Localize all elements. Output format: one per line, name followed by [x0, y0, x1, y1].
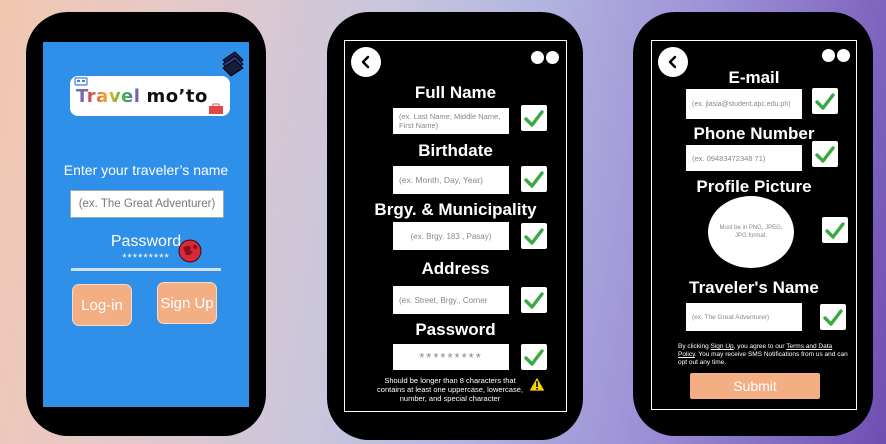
- profile-picture-upload[interactable]: Must be in PNG, JPEG, JPG format.: [708, 196, 794, 268]
- back-arrow-icon: [361, 55, 370, 69]
- logo-wordmark: Travel mo’to: [76, 86, 208, 107]
- password-requirements-hint: Should be longer than 8 characters that …: [377, 376, 523, 403]
- travelers-name-label: Traveler's Name: [689, 278, 819, 297]
- submit-button[interactable]: Submit: [690, 373, 820, 399]
- email-input[interactable]: (ex. jlasia@student.apc.edu.ph): [686, 89, 802, 119]
- birthdate-checkmark-icon: [521, 166, 547, 192]
- birthdate-input[interactable]: (ex. Month, Day, Year): [393, 166, 509, 194]
- signup-link[interactable]: Sign Up: [711, 343, 734, 350]
- birthdate-label: Birthdate: [418, 141, 493, 160]
- address-checkmark-icon: [521, 287, 547, 313]
- signup-step2-screen: E-mail (ex. jlasia@student.apc.edu.ph) P…: [651, 40, 857, 410]
- terms-text-2: , you agree to our: [733, 343, 787, 350]
- phone-login-screen: Travel mo’to Enter your traveler’s name (…: [26, 12, 266, 436]
- back-arrow-icon: [668, 55, 677, 69]
- back-button[interactable]: [351, 47, 381, 77]
- brgy-checkmark-icon: [521, 223, 547, 249]
- logo-word-travel: Travel: [76, 86, 141, 107]
- app-logo: Travel mo’to: [70, 76, 230, 116]
- password-checkmark-icon: [521, 344, 547, 370]
- email-label: E-mail: [728, 68, 780, 87]
- profile-picture-label: Profile Picture: [696, 177, 812, 196]
- terms-notice: By clicking Sign Up, you agree to our Te…: [678, 343, 850, 367]
- travelers-name-checkmark-icon: [820, 304, 846, 330]
- brgy-municipality-label: Brgy. & Municipality: [374, 200, 537, 219]
- fullname-input[interactable]: (ex. Last Name, Middle Name, First Name): [393, 108, 509, 134]
- password-underline: [71, 268, 221, 271]
- password-input[interactable]: *********: [43, 252, 249, 264]
- phone-number-input[interactable]: (ex. 09483472348 71): [686, 145, 802, 171]
- address-input[interactable]: (ex. Street, Brgy., Corner: [393, 286, 509, 314]
- signup-step1-screen: Full Name (ex. Last Name, Middle Name, F…: [344, 40, 567, 412]
- email-checkmark-icon: [812, 88, 838, 114]
- password-label: Password: [110, 233, 182, 250]
- warning-icon: [528, 376, 546, 392]
- logo-word-moto: mo’to: [146, 86, 208, 107]
- password-input[interactable]: *********: [393, 344, 509, 370]
- phone-signup-step2: E-mail (ex. jlasia@student.apc.edu.ph) P…: [633, 12, 873, 436]
- brgy-municipality-input[interactable]: (ex. Brgy. 183 , Pasay): [393, 222, 509, 250]
- travelers-name-input[interactable]: (ex. The Great Adventurer): [686, 303, 802, 331]
- signup-button[interactable]: Sign Up: [157, 282, 217, 324]
- traveler-name-prompt: Enter your traveler’s name: [63, 162, 229, 178]
- menu-dots-icon[interactable]: [531, 51, 559, 65]
- fullname-label: Full Name: [414, 83, 497, 102]
- login-button[interactable]: Log-in: [72, 284, 132, 326]
- traveler-name-input[interactable]: (ex. The Great Adventurer): [70, 190, 224, 218]
- fullname-checkmark-icon: [521, 105, 547, 131]
- phone-signup-step1: Full Name (ex. Last Name, Middle Name, F…: [327, 12, 583, 440]
- terms-text-3: . You may receive SMS Notifications from…: [678, 351, 848, 366]
- luggage-icon: [209, 103, 223, 114]
- password-label: Password: [415, 320, 496, 339]
- phone-checkmark-icon: [812, 141, 838, 167]
- profile-checkmark-icon: [822, 217, 848, 243]
- address-label: Address: [421, 259, 490, 278]
- menu-dots-icon[interactable]: [822, 49, 850, 63]
- terms-text-1: By clicking: [678, 343, 711, 350]
- login-screen: Travel mo’to Enter your traveler’s name (…: [43, 42, 249, 407]
